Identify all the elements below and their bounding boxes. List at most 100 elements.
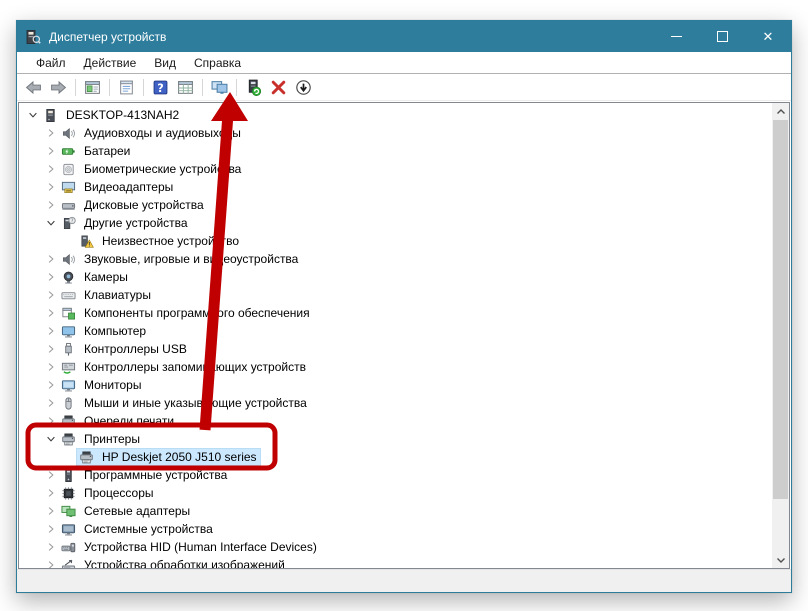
scroll-up-button[interactable] [772,103,789,120]
chevron-right-icon[interactable] [43,179,59,195]
menu-item-1[interactable]: Действие [75,54,146,72]
tree-item[interactable]: Устройства обработки изображений [59,557,288,568]
chevron-right-icon[interactable] [43,557,59,568]
help-button[interactable]: ? [149,76,172,99]
chevron-right-icon[interactable] [43,143,59,159]
chevron-right-icon[interactable] [43,521,59,537]
tree-item[interactable]: Компьютер [59,323,149,339]
tree-item[interactable]: Клавиатуры [59,287,154,303]
chevron-right-icon[interactable] [43,161,59,177]
tree-row[interactable]: Дисковые устройства [19,196,772,214]
tree-item[interactable]: Видеоадаптеры [59,179,176,195]
computers-view-button[interactable] [208,76,231,99]
tree-item[interactable]: Компоненты программного обеспечения [59,305,313,321]
tree-item[interactable]: Сетевые адаптеры [59,503,193,519]
tree-row[interactable]: Видеоадаптеры [19,178,772,196]
chevron-right-icon[interactable] [43,377,59,393]
tree-row[interactable]: Контроллеры запоминающих устройств [19,358,772,376]
chevron-down-icon[interactable] [25,107,41,123]
tree-item[interactable]: Контроллеры USB [59,341,190,357]
chevron-right-icon[interactable] [43,269,59,285]
tree-row[interactable]: Процессоры [19,484,772,502]
chevron-right-icon[interactable] [43,539,59,555]
tree-row[interactable]: Батареи [19,142,772,160]
chevron-right-icon[interactable] [43,305,59,321]
tree-item[interactable]: Программные устройства [59,467,230,483]
tree-item[interactable]: Очереди печати [59,413,177,429]
scroll-down-button[interactable] [772,551,789,568]
menu-item-0[interactable]: Файл [27,54,75,72]
tree-row[interactable]: Принтеры [19,430,772,448]
tree-item[interactable]: Системные устройства [59,521,216,537]
chevron-right-icon[interactable] [43,359,59,375]
tree-row[interactable]: Устройства обработки изображений [19,556,772,568]
tree-item[interactable]: ?Другие устройства [59,215,191,231]
tree-item-selected[interactable]: HP Deskjet 2050 J510 series [77,449,260,465]
tree-row[interactable]: DESKTOP-413NAH2 [19,106,772,124]
tree-row[interactable]: HP Deskjet 2050 J510 series [19,448,772,466]
chevron-right-icon[interactable] [43,467,59,483]
maximize-button[interactable] [699,21,745,52]
show-console-tree-button[interactable] [81,76,104,99]
tree-row[interactable]: Аудиовходы и аудиовыходы [19,124,772,142]
tree-item[interactable]: Принтеры [59,431,143,447]
chevron-down-icon[interactable] [43,215,59,231]
menu-item-2[interactable]: Вид [145,54,185,72]
uninstall-device-button[interactable] [267,76,290,99]
tree-item[interactable]: Устройства HID (Human Interface Devices) [59,539,320,555]
chevron-right-icon[interactable] [43,341,59,357]
tree-item[interactable]: Звуковые, игровые и видеоустройства [59,251,301,267]
chevron-right-icon[interactable] [43,251,59,267]
chevron-down-icon[interactable] [43,431,59,447]
tree-item[interactable]: Процессоры [59,485,157,501]
chevron-right-icon[interactable] [43,413,59,429]
forward-button[interactable] [47,76,70,99]
tree-row[interactable]: Очереди печати [19,412,772,430]
tree-row[interactable]: Мониторы [19,376,772,394]
chevron-right-icon[interactable] [43,287,59,303]
back-button[interactable] [22,76,45,99]
tree-row[interactable]: Системные устройства [19,520,772,538]
tree-item[interactable]: Мыши и иные указывающие устройства [59,395,310,411]
tree-row[interactable]: Контроллеры USB [19,340,772,358]
tree-item[interactable]: Биометрические устройства [59,161,244,177]
chevron-right-icon[interactable] [43,503,59,519]
tree-row[interactable]: Программные устройства [19,466,772,484]
scrollbar-track[interactable] [772,120,789,551]
tree-item[interactable]: Батареи [59,143,133,159]
chevron-right-icon[interactable] [43,485,59,501]
vertical-scrollbar[interactable] [772,103,789,568]
close-button[interactable]: ✕ [745,21,791,52]
tree-item[interactable]: DESKTOP-413NAH2 [41,107,182,123]
tree-item[interactable]: Мониторы [59,377,144,393]
tree-row[interactable]: Звуковые, игровые и видеоустройства [19,250,772,268]
chevron-right-icon[interactable] [43,395,59,411]
tree-row[interactable]: Компоненты программного обеспечения [19,304,772,322]
tree-row[interactable]: Устройства HID (Human Interface Devices) [19,538,772,556]
tree-item[interactable]: Аудиовходы и аудиовыходы [59,125,244,141]
chevron-right-icon[interactable] [43,197,59,213]
scrollbar-thumb[interactable] [773,120,788,499]
tree-row[interactable]: Сетевые адаптеры [19,502,772,520]
tree-row[interactable]: Мыши и иные указывающие устройства [19,394,772,412]
tree-row[interactable]: Компьютер [19,322,772,340]
tree-row[interactable]: Неизвестное устройство [19,232,772,250]
disable-device-button[interactable] [292,76,315,99]
devices-view-button[interactable] [174,76,197,99]
tree-item[interactable]: Дисковые устройства [59,197,207,213]
menu-item-3[interactable]: Справка [185,54,250,72]
minimize-button[interactable] [653,21,699,52]
tree-row[interactable]: ?Другие устройства [19,214,772,232]
chevron-right-icon[interactable] [43,125,59,141]
tree-row[interactable]: Камеры [19,268,772,286]
tree-item[interactable]: Камеры [59,269,131,285]
tree-item[interactable]: Неизвестное устройство [77,233,242,249]
tree-row[interactable]: Клавиатуры [19,286,772,304]
tree-item[interactable]: Контроллеры запоминающих устройств [59,359,309,375]
properties-button[interactable] [115,76,138,99]
menu-bar: ФайлДействиеВидСправка [17,52,791,74]
tree-row[interactable]: Биометрические устройства [19,160,772,178]
chevron-right-icon[interactable] [43,323,59,339]
minimize-icon [671,36,682,37]
update-driver-button[interactable] [242,76,265,99]
